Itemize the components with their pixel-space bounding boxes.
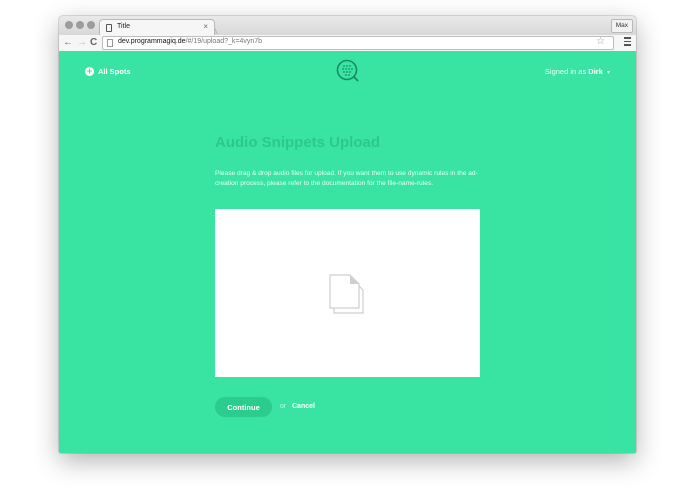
app-logo-icon	[336, 59, 359, 82]
all-spots-label: All Spots	[98, 67, 131, 76]
zoom-window-button[interactable]	[87, 21, 95, 29]
browser-tab[interactable]: Title ×	[99, 19, 215, 36]
forward-arrow-icon[interactable]: →	[77, 36, 87, 50]
browser-toolbar: ← → C dev.programmagiq.de/#/19/upload?_k…	[59, 35, 636, 52]
window-max-button[interactable]: Max	[610, 19, 633, 33]
continue-button[interactable]: Continue	[215, 397, 272, 417]
bookmark-star-icon[interactable]: ☆	[596, 36, 605, 47]
back-arrow-icon[interactable]: ←	[63, 36, 73, 50]
cancel-link[interactable]: Cancel	[292, 403, 315, 410]
document-icon	[329, 274, 364, 314]
address-bar[interactable]: dev.programmagiq.de/#/19/upload?_k=4vyn7…	[102, 36, 614, 50]
signed-in-menu[interactable]: Signed in as Dirk ▾	[545, 67, 610, 76]
signed-in-label: Signed in as	[544, 67, 587, 76]
upload-instructions: Please drag & drop audio files for uploa…	[215, 170, 478, 187]
tab-strip: Title × Max	[59, 16, 636, 36]
or-separator: or	[280, 403, 287, 410]
minimize-window-button[interactable]	[76, 21, 84, 29]
page-info-icon	[107, 39, 113, 47]
all-spots-link[interactable]: + All Spots	[85, 67, 131, 76]
tab-close-icon[interactable]: ×	[203, 22, 208, 31]
browser-window: Title × Max ← → C dev.programmagiq.de/#/…	[59, 16, 636, 453]
user-name: Dirk	[588, 67, 603, 76]
page-title: Audio Snippets Upload	[215, 134, 380, 151]
tab-title: Title	[117, 23, 130, 30]
file-dropzone[interactable]	[215, 209, 480, 377]
plus-circle-icon: +	[85, 66, 94, 76]
menu-icon[interactable]	[624, 37, 631, 48]
upload-page: + All Spots Signed in as Dirk ▾ Audio Sn…	[59, 51, 636, 453]
chevron-down-icon: ▾	[606, 70, 610, 76]
close-window-button[interactable]	[65, 21, 73, 29]
page-icon	[106, 24, 112, 32]
url-text: dev.programmagiq.de/#/19/upload?_k=4vyn7…	[118, 38, 263, 45]
reload-icon[interactable]: C	[90, 36, 97, 50]
